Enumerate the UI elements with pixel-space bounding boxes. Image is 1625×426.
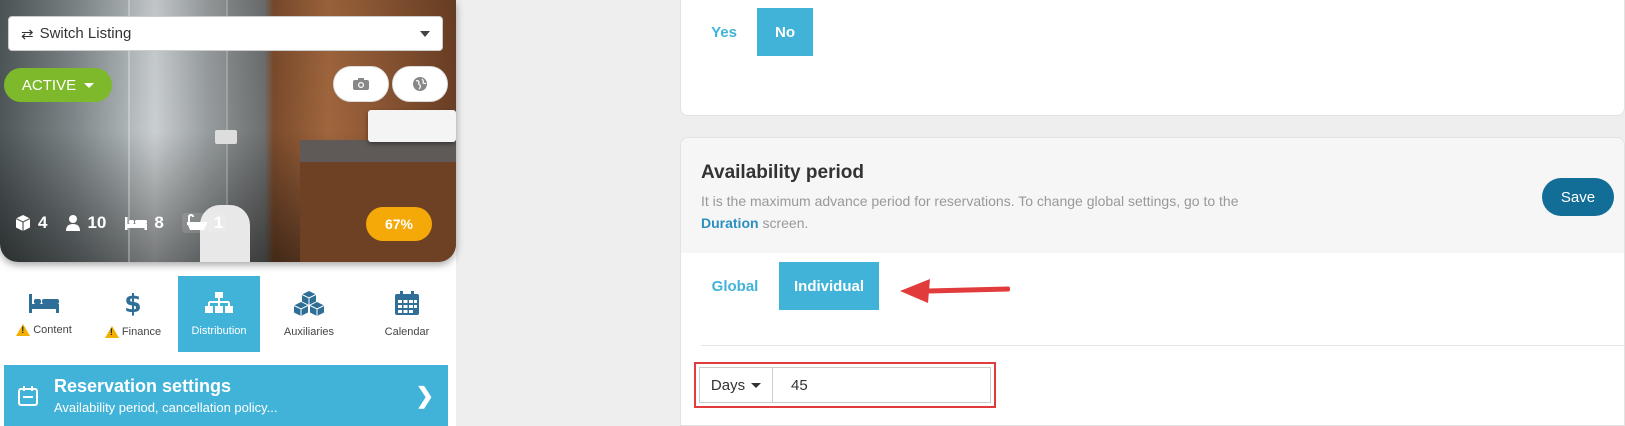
stat-bathrooms: 1 bbox=[181, 213, 228, 233]
dollar-icon: $ bbox=[124, 290, 141, 316]
unit-dropdown[interactable]: Days bbox=[700, 368, 773, 402]
globe-icon bbox=[413, 77, 427, 91]
duration-input-group: Days bbox=[694, 362, 996, 408]
listing-sidebar: 4 10 8 1 67% ⇄ Switch Listing ACTIVE ! C… bbox=[0, 0, 456, 426]
stat-guests: 10 bbox=[65, 213, 106, 233]
switch-listing-dropdown[interactable]: ⇄ Switch Listing bbox=[8, 16, 443, 51]
switch-listing-label: Switch Listing bbox=[39, 25, 132, 42]
mode-toggle: Global Individual bbox=[691, 262, 879, 310]
stat-rooms-value: 4 bbox=[38, 213, 48, 232]
status-label: ACTIVE bbox=[21, 76, 77, 94]
tab-calendar-label: Calendar bbox=[384, 326, 430, 338]
bed-icon bbox=[125, 217, 148, 230]
save-button[interactable]: Save bbox=[1542, 178, 1614, 216]
map-button[interactable] bbox=[392, 66, 448, 102]
completion-badge: 67% bbox=[366, 207, 432, 241]
yes-option[interactable]: Yes bbox=[691, 8, 757, 56]
duration-input-inner: Days bbox=[699, 367, 991, 403]
availability-header: Availability period It is the maximum ad… bbox=[681, 138, 1624, 253]
photo-tap bbox=[215, 130, 237, 144]
red-arrow-annotation bbox=[900, 279, 1010, 303]
photo-sink bbox=[368, 110, 456, 142]
status-dropdown-button[interactable]: ACTIVE bbox=[4, 68, 112, 102]
chevron-right-icon: ❯ bbox=[415, 382, 434, 408]
previous-setting-card: Yes No bbox=[680, 0, 1625, 116]
duration-value-input[interactable] bbox=[773, 368, 990, 402]
stat-guests-value: 10 bbox=[87, 213, 107, 232]
swap-icon: ⇄ bbox=[21, 25, 34, 43]
user-icon bbox=[66, 215, 81, 231]
tab-finance[interactable]: $ Finance bbox=[88, 276, 178, 352]
reservation-settings-item[interactable]: Reservation settings Availability period… bbox=[4, 365, 448, 426]
tab-content[interactable]: Content bbox=[0, 276, 88, 352]
listing-tabs: Content $ Finance Distribution Auxiliari… bbox=[0, 276, 456, 352]
description-text: It is the maximum advance period for res… bbox=[701, 193, 1239, 209]
section-title: Availability period bbox=[701, 162, 864, 183]
listing-stats: 4 10 8 1 bbox=[14, 213, 245, 233]
reservation-settings-subtitle: Availability period, cancellation policy… bbox=[54, 400, 278, 415]
tab-distribution-label: Distribution bbox=[191, 325, 247, 337]
unit-label: Days bbox=[710, 376, 746, 394]
bed-icon bbox=[29, 294, 59, 313]
bath-icon bbox=[186, 214, 207, 230]
tab-distribution[interactable]: Distribution bbox=[178, 276, 260, 352]
stat-bathrooms-value: 1 bbox=[213, 213, 224, 232]
yes-no-toggle: Yes No bbox=[691, 8, 813, 56]
calendar-icon bbox=[395, 291, 419, 315]
tab-auxiliaries-label: Auxiliaries bbox=[283, 326, 335, 338]
tab-finance-label: Finance bbox=[121, 326, 162, 338]
tab-calendar[interactable]: Calendar bbox=[358, 276, 456, 352]
calendar-icon bbox=[18, 385, 38, 406]
warning-icon bbox=[16, 324, 31, 336]
description-suffix: screen. bbox=[762, 215, 809, 231]
reservation-settings-title: Reservation settings bbox=[54, 376, 232, 396]
svg-text:$: $ bbox=[124, 290, 141, 316]
caret-down-icon bbox=[751, 382, 762, 388]
sitemap-icon bbox=[205, 292, 233, 313]
divider bbox=[701, 345, 1624, 346]
stat-rooms: 4 bbox=[14, 213, 47, 233]
photo-counter bbox=[300, 140, 456, 162]
chevron-down-icon bbox=[420, 30, 430, 37]
section-description: It is the maximum advance period for res… bbox=[701, 190, 1321, 234]
duration-link[interactable]: Duration bbox=[701, 215, 759, 231]
caret-down-icon bbox=[84, 82, 95, 88]
stat-beds-value: 8 bbox=[154, 213, 164, 232]
photos-button[interactable] bbox=[333, 66, 389, 102]
cubes-icon bbox=[293, 291, 325, 316]
stat-beds: 8 bbox=[124, 213, 164, 233]
individual-option[interactable]: Individual bbox=[779, 262, 879, 310]
camera-icon bbox=[353, 78, 369, 90]
reservation-settings-text: Reservation settings Availability period… bbox=[54, 376, 278, 415]
warning-icon bbox=[104, 326, 119, 338]
cube-icon bbox=[15, 215, 31, 231]
tab-content-label: Content bbox=[33, 324, 72, 336]
no-option[interactable]: No bbox=[757, 8, 813, 56]
global-option[interactable]: Global bbox=[691, 262, 779, 310]
tab-auxiliaries[interactable]: Auxiliaries bbox=[260, 276, 358, 352]
